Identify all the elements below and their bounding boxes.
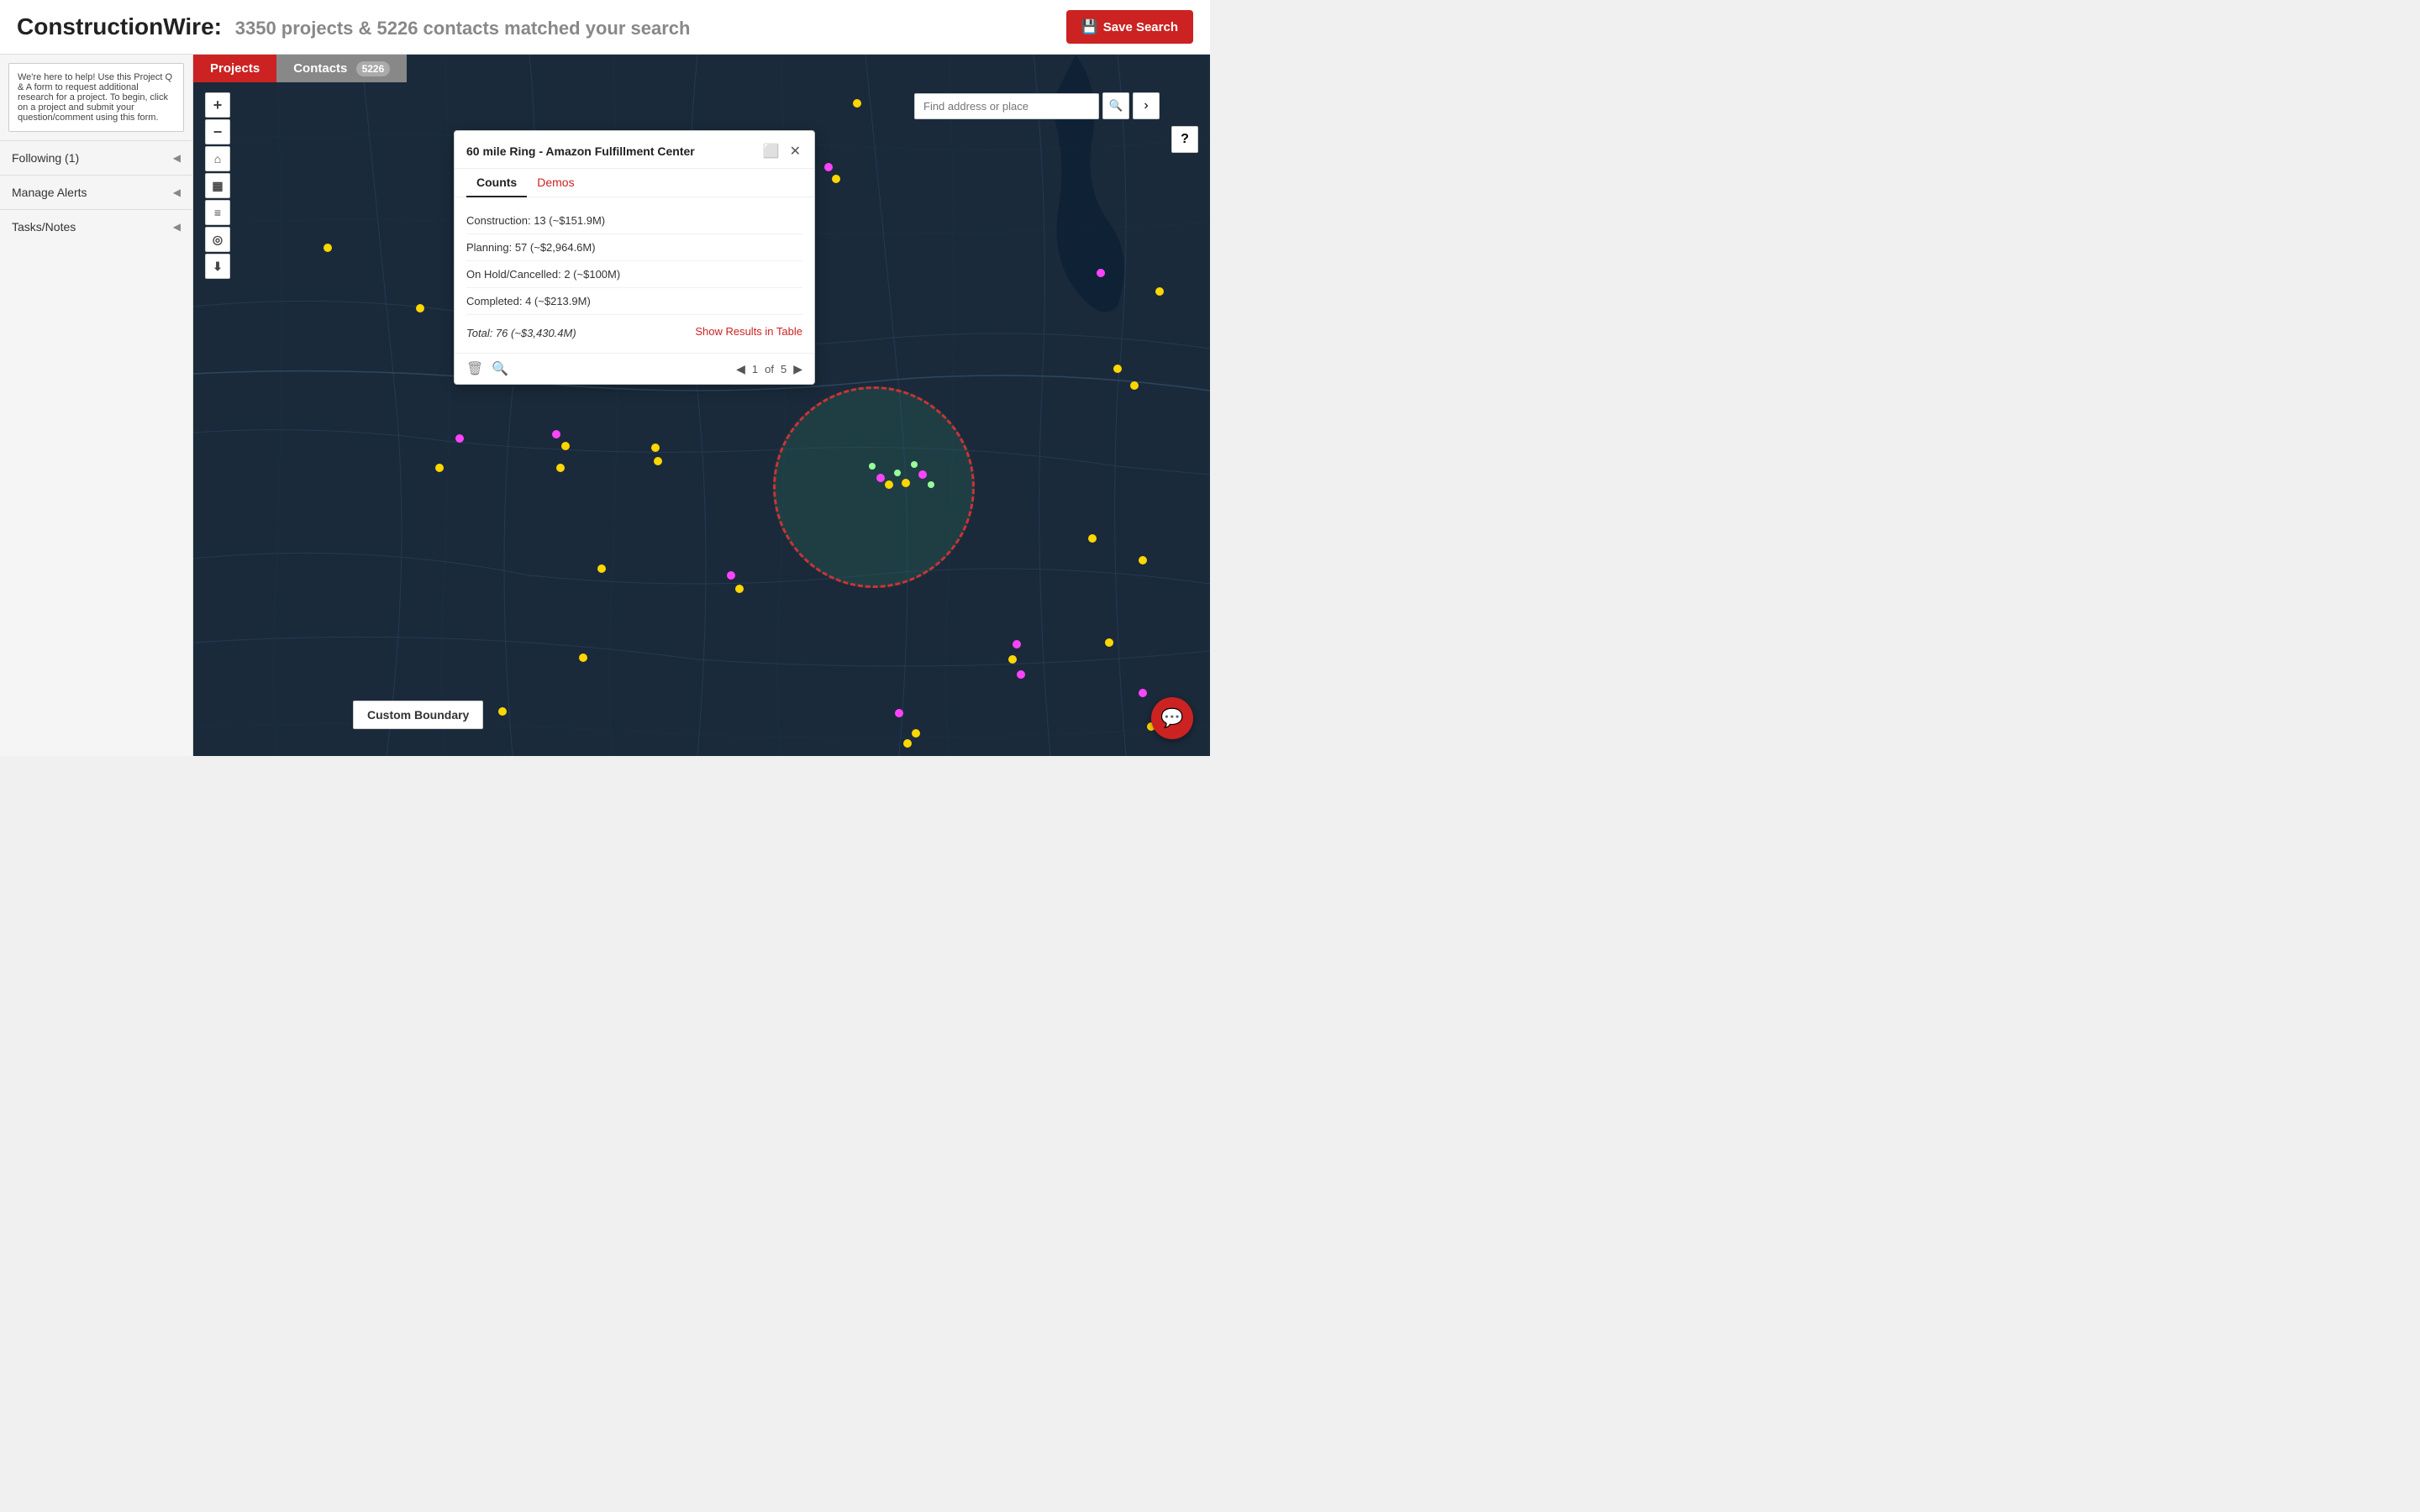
popup-body: Construction: 13 (~$151.9M) Planning: 57… <box>455 197 814 353</box>
popup-nav-total: 5 <box>781 363 786 375</box>
download-button[interactable]: ⬇ <box>205 254 230 279</box>
popup-row-completed: Completed: 4 (~$213.9M) <box>466 288 802 315</box>
map-search-button[interactable]: 🔍 <box>1102 92 1129 119</box>
sidebar-section-alerts[interactable]: Manage Alerts ◀ <box>0 175 192 209</box>
popup-nav-next[interactable]: ▶ <box>793 362 802 376</box>
magnify-icon: 🔍 <box>492 362 508 376</box>
popup-tab-counts[interactable]: Counts <box>466 169 527 197</box>
alerts-arrow: ◀ <box>173 186 181 198</box>
list-button[interactable]: ≡ <box>205 200 230 225</box>
search-icon: 🔍 <box>1109 99 1123 113</box>
chat-icon: 💬 <box>1160 707 1183 729</box>
save-icon: 💾 <box>1081 18 1098 35</box>
popup-close-button[interactable]: ✕ <box>788 141 802 161</box>
header: ConstructionWire: 3350 projects & 5226 c… <box>0 0 1210 55</box>
contacts-badge: 5226 <box>356 61 391 76</box>
map-tabs: Projects Contacts 5226 <box>193 55 407 82</box>
following-arrow: ◀ <box>173 152 181 164</box>
main-layout: We're here to help! Use this Project Q &… <box>0 55 1210 756</box>
show-results-link[interactable]: Show Results in Table <box>695 325 802 338</box>
popup-title: 60 mile Ring - Amazon Fulfillment Center <box>466 144 695 158</box>
popup-delete-button[interactable]: 🗑 <box>466 360 483 377</box>
popup-total: Total: 76 (~$3,430.4M) <box>466 320 576 343</box>
home-button[interactable]: ⌂ <box>205 146 230 171</box>
popup-row-onhold: On Hold/Cancelled: 2 (~$100M) <box>466 261 802 288</box>
popup-header-icons: ⬜ ✕ <box>761 141 802 161</box>
help-box: We're here to help! Use this Project Q &… <box>8 63 184 132</box>
tasks-arrow: ◀ <box>173 221 181 233</box>
popup-nav-of: of <box>765 363 774 375</box>
qr-button[interactable]: ▦ <box>205 173 230 198</box>
popup-card: 60 mile Ring - Amazon Fulfillment Center… <box>454 130 815 385</box>
popup-tab-demos[interactable]: Demos <box>527 169 584 197</box>
zoom-in-button[interactable]: + <box>205 92 230 118</box>
map-expand-button[interactable]: › <box>1133 92 1160 119</box>
popup-footer: 🗑 🔍 ◀ 1 of 5 ▶ <box>455 353 814 384</box>
chat-button[interactable]: 💬 <box>1151 697 1193 739</box>
expand-icon: ⬜ <box>763 144 780 159</box>
sidebar-section-tasks[interactable]: Tasks/Notes ◀ <box>0 209 192 244</box>
compass-button[interactable]: ◎ <box>205 227 230 252</box>
popup-header: 60 mile Ring - Amazon Fulfillment Center… <box>455 131 814 169</box>
close-icon: ✕ <box>790 144 801 159</box>
zoom-out-button[interactable]: − <box>205 119 230 144</box>
map-container: Projects Contacts 5226 + − ⌂ ▦ ≡ ◎ ⬇ 🔍 › <box>193 55 1210 756</box>
popup-row-planning: Planning: 57 (~$2,964.6M) <box>466 234 802 261</box>
brand-title: ConstructionWire: 3350 projects & 5226 c… <box>17 13 690 40</box>
tab-contacts[interactable]: Contacts 5226 <box>276 55 407 82</box>
popup-search-button[interactable]: 🔍 <box>492 360 508 377</box>
tab-projects[interactable]: Projects <box>193 55 276 82</box>
popup-row-construction: Construction: 13 (~$151.9M) <box>466 207 802 234</box>
sidebar-section-following[interactable]: Following (1) ◀ <box>0 140 192 175</box>
map-help-button[interactable]: ? <box>1171 126 1198 153</box>
map-search-input[interactable] <box>914 93 1099 119</box>
popup-tabs: Counts Demos <box>455 169 814 197</box>
popup-nav-prev[interactable]: ◀ <box>736 362 745 376</box>
popup-footer-nav: ◀ 1 of 5 ▶ <box>736 362 802 376</box>
popup-nav-current: 1 <box>752 363 758 375</box>
popup-expand-button[interactable]: ⬜ <box>761 141 781 161</box>
delete-icon: 🗑 <box>466 362 483 376</box>
save-search-button[interactable]: 💾 Save Search <box>1066 10 1193 44</box>
custom-boundary-label[interactable]: Custom Boundary <box>353 701 483 729</box>
help-icon: ? <box>1181 132 1189 147</box>
sidebar: We're here to help! Use this Project Q &… <box>0 55 193 756</box>
map-controls: + − ⌂ ▦ ≡ ◎ ⬇ <box>205 92 230 279</box>
map-search-bar: 🔍 › <box>914 92 1160 119</box>
arrow-right-icon: › <box>1144 98 1148 113</box>
